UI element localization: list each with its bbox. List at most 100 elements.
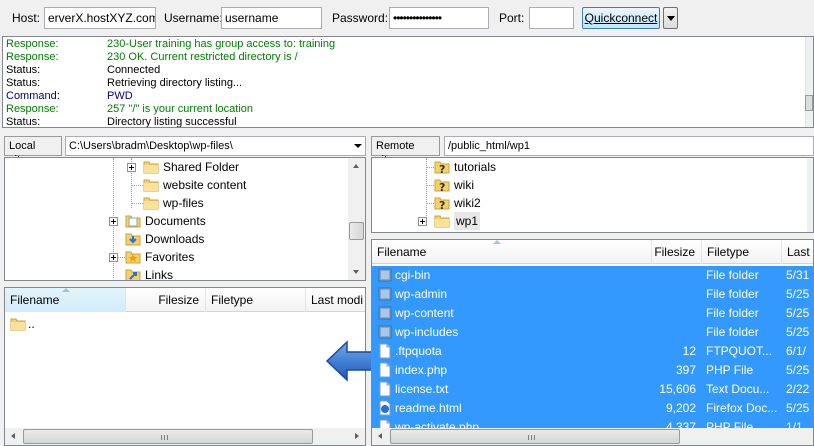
quickconnect-button[interactable]: Quickconnect	[582, 7, 660, 29]
chevron-down-icon[interactable]	[354, 144, 362, 148]
file-icon	[379, 362, 391, 378]
table-row[interactable]: wp-admin File folder 5/25	[372, 285, 813, 304]
remote-list-hscrollbar[interactable]	[372, 428, 813, 445]
port-label: Port:	[499, 11, 525, 25]
expand-icon[interactable]	[418, 217, 427, 226]
password-input[interactable]: •••••••••••••••	[389, 7, 489, 29]
file-type: FTPQUOT...	[706, 344, 772, 358]
local-site-path: C:\Users\bradm\Desktop\wp-files\	[69, 140, 233, 152]
remote-site-path-combo[interactable]: /public_html/wp1	[444, 136, 814, 156]
table-row[interactable]: index.php 397 PHP File 5/25	[372, 361, 813, 380]
tree-item-downloads[interactable]: Downloads	[107, 230, 337, 248]
scroll-thumb[interactable]	[349, 222, 364, 240]
remote-site-bar: Remote site: /public_html/wp1	[371, 136, 814, 166]
tree-item-website-content[interactable]: website content	[125, 176, 345, 194]
log-kind: Status:	[6, 64, 41, 76]
column-header-filesize[interactable]: Filesize	[126, 288, 206, 312]
unknown-folder-icon: ?	[434, 161, 450, 175]
tree-item-shared-folder[interactable]: Shared Folder	[125, 158, 345, 176]
folder-icon	[378, 306, 392, 320]
table-row[interactable]: .ftpquota 12 FTPQUOT... 6/1/	[372, 342, 813, 361]
remote-directory-tree: ? tutorials ? wiki ? wiki2 wp1	[371, 157, 814, 233]
table-row[interactable]: wp-includes File folder 5/25	[372, 323, 813, 342]
expand-icon[interactable]	[109, 253, 118, 262]
column-header-last-modified[interactable]: Last	[782, 240, 813, 264]
tree-item-favorites[interactable]: Favorites	[107, 248, 337, 266]
file-name: readme.html	[395, 401, 462, 415]
local-list-hscrollbar[interactable]	[5, 428, 365, 445]
column-header-last-modified[interactable]: Last modi	[306, 288, 365, 312]
sort-asc-icon	[62, 288, 70, 292]
log-text: 257 "/" is your current location	[107, 103, 253, 115]
table-row[interactable]: cgi-bin File folder 5/31	[372, 266, 813, 285]
folder-icon	[378, 287, 392, 301]
tree-item-links[interactable]: Links	[107, 266, 337, 280]
column-header-filesize[interactable]: Filesize	[652, 240, 702, 264]
local-site-path-combo[interactable]: C:\Users\bradm\Desktop\wp-files\	[65, 136, 366, 156]
tree-item-label: wp1	[454, 212, 481, 230]
username-input[interactable]: username	[221, 7, 322, 29]
file-type: Text Docu...	[706, 382, 770, 396]
local-directory-tree: Shared Folder website content wp-files D…	[4, 157, 366, 281]
expand-icon[interactable]	[127, 163, 136, 172]
folder-icon	[143, 197, 159, 210]
file-modified: 5/25	[786, 363, 810, 377]
log-kind: Response:	[6, 38, 59, 50]
local-tree-scrollbar[interactable]	[348, 158, 365, 280]
file-modified: 5/25	[786, 287, 810, 301]
remote-tree-scrollbar[interactable]	[807, 158, 813, 232]
file-type: Firefox Doc...	[706, 401, 778, 415]
column-header-filename[interactable]: Filename	[372, 240, 652, 264]
downloads-folder-icon	[125, 233, 141, 246]
html-file-icon	[379, 400, 391, 416]
remote-file-list: Filename Filesize Filetype Last cgi-bin F…	[371, 239, 814, 446]
log-scroll-thumb[interactable]	[805, 95, 813, 111]
local-list-header: Filename Filesize Filetype Last modi	[5, 288, 365, 312]
column-header-filetype[interactable]: Filetype	[702, 240, 782, 264]
scroll-up-button[interactable]	[348, 158, 365, 175]
scroll-left-button[interactable]	[372, 428, 389, 445]
tree-item-label: Shared Folder	[163, 160, 240, 174]
tree-item-wiki2[interactable]: ? wiki2	[418, 194, 718, 212]
local-site-bar: Local site: C:\Users\bradm\Desktop\wp-fi…	[4, 136, 366, 166]
table-row[interactable]: license.txt 15,606 Text Docu... 2/22	[372, 380, 813, 399]
scroll-right-button[interactable]	[348, 428, 365, 445]
quickconnect-button-label: Quickconnect	[584, 11, 658, 25]
scroll-down-button[interactable]	[348, 263, 365, 280]
file-icon	[379, 381, 391, 397]
tree-item-documents[interactable]: Documents	[107, 212, 337, 230]
username-label: Username:	[164, 11, 223, 25]
file-type: PHP File	[706, 363, 754, 377]
log-scrollbar[interactable]	[805, 37, 813, 127]
expand-icon[interactable]	[109, 217, 118, 226]
host-input[interactable]: erverX.hostXYZ.com	[44, 7, 156, 29]
scroll-thumb[interactable]	[23, 429, 313, 444]
file-name: index.php	[395, 363, 448, 377]
log-kind: Command:	[6, 90, 60, 102]
scroll-thumb[interactable]	[390, 429, 680, 444]
download-arrow-icon	[325, 340, 374, 382]
column-header-filetype[interactable]: Filetype	[206, 288, 306, 312]
unknown-folder-icon: ?	[434, 179, 450, 193]
tree-item-tutorials[interactable]: ? tutorials	[418, 158, 718, 176]
tree-item-label: wiki	[454, 178, 474, 192]
tree-item-wp-files[interactable]: wp-files	[125, 194, 345, 212]
table-row[interactable]: wp-content File folder 5/25	[372, 304, 813, 323]
file-modified: 2/22	[786, 382, 810, 396]
tree-item-wiki[interactable]: ? wiki	[418, 176, 718, 194]
local-file-list: Filename Filesize Filetype Last modi ..	[4, 287, 366, 446]
quickconnect-history-dropdown[interactable]	[663, 7, 678, 29]
scroll-left-button[interactable]	[5, 428, 22, 445]
file-name: wp-includes	[395, 325, 459, 339]
svg-text:?: ?	[439, 181, 445, 193]
log-text: Directory listing successful	[107, 116, 237, 128]
file-name: cgi-bin	[395, 268, 431, 282]
file-name: .ftpquota	[395, 344, 442, 358]
file-modified: 5/25	[786, 306, 810, 320]
file-modified: 6/1/	[786, 344, 807, 358]
list-item[interactable]: ..	[5, 315, 345, 334]
table-row[interactable]: readme.html 9,202 Firefox Doc... 5/25	[372, 399, 813, 418]
tree-item-wp1[interactable]: wp1	[416, 212, 716, 230]
tree-item-label: wp-files	[163, 196, 204, 210]
port-input[interactable]	[529, 7, 574, 29]
